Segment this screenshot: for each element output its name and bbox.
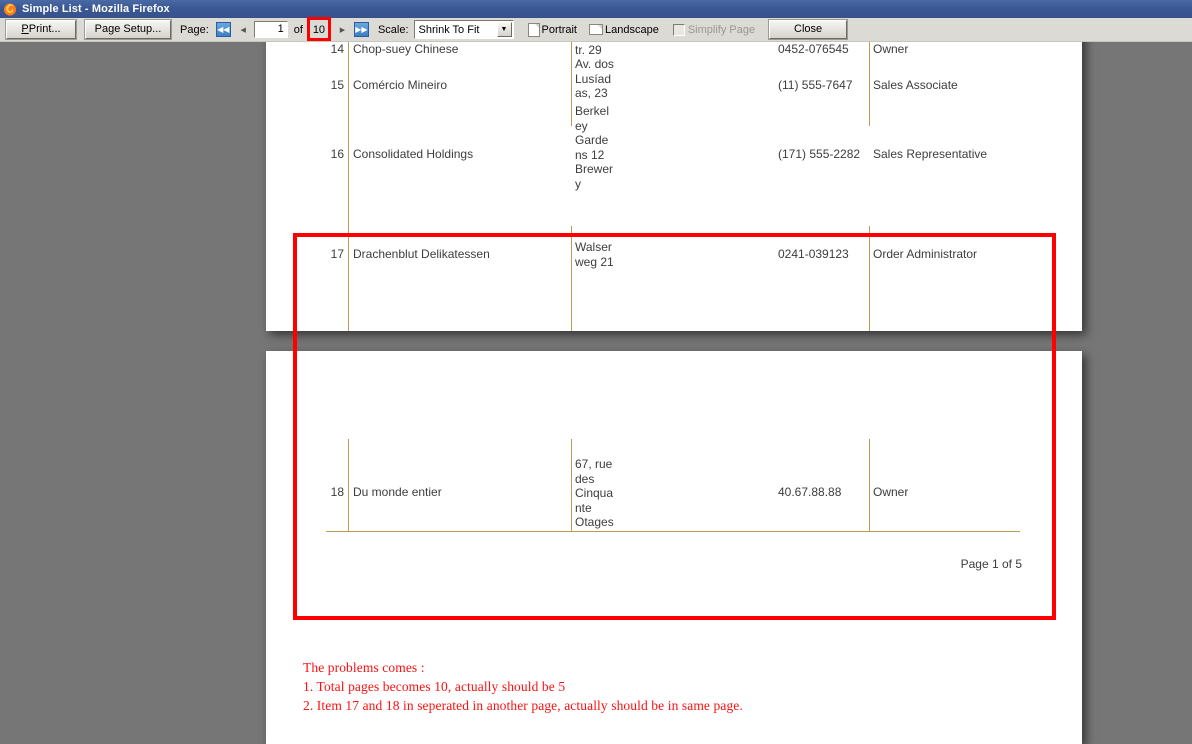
table-cell-title: Owner [873,485,909,499]
total-pages-container: 10 [306,16,331,41]
annotation-line: 2. Item 17 and 18 in seperated in anothe… [303,698,743,714]
table-cell-company: Comércio Mineiro [353,78,448,92]
scale-label: Scale: [377,23,409,36]
annotation-highlight-left-edge [293,233,297,620]
print-button[interactable]: PPrint...Print... [5,19,77,40]
landscape-icon[interactable] [588,24,603,35]
column-divider [571,439,572,532]
total-pages-value: 10 [312,23,326,36]
simplify-page-checkbox [672,23,685,36]
table-cell-title: Sales Representative [873,147,988,161]
table-cell-address: Walserweg 21 [575,240,614,269]
last-page-icon[interactable]: ▶▶ [353,22,369,37]
first-page-icon[interactable]: ◀◀ [215,22,231,37]
table-cell-company: Chop-suey Chinese [353,42,459,56]
column-divider [869,226,870,331]
landscape-radio[interactable]: Landscape [605,24,659,36]
portrait-icon[interactable] [527,22,540,37]
column-divider [571,226,572,331]
portrait-radio[interactable]: Portrait [542,24,577,36]
print-preview-toolbar: PPrint...Print... Page Setup... Page: ◀◀… [0,16,1192,42]
table-cell-num: 14 [330,42,344,56]
page-label: Page: [180,23,209,36]
column-divider [571,42,572,126]
scale-dropdown[interactable]: Shrink To Fit ▼ [413,20,514,39]
table-cell-title: Owner [873,42,909,56]
table-cell-phone: 40.67.88.88 [778,485,842,499]
table-cell-company: Drachenblut Delikatessen [353,247,490,261]
page-setup-button[interactable]: Page Setup... [84,19,172,40]
table-cell-company: Du monde entier [353,485,442,499]
table-cell-address: Av. dos Lusíadas, 23 [575,57,614,101]
table-cell-num: 17 [330,247,344,261]
next-page-icon[interactable]: ▶ [336,22,349,37]
firefox-logo-icon [3,2,17,16]
table-cell-address: Hauptstr. 29 [575,42,602,57]
annotation-line: 1. Total pages becomes 10, actually shou… [303,679,566,695]
print-preview-area[interactable]: 14 Chop-suey Chinese Hauptstr. 29 0452-0… [0,42,1192,744]
annotation-line: The problems comes : [303,660,425,675]
table-cell-company: Consolidated Holdings [353,147,474,161]
column-divider [348,439,349,532]
simplify-page-label: Simplify Page [687,23,756,36]
window-titlebar: Simple List - Mozilla Firefox [0,0,1192,18]
table-cell-title: Order Administrator [873,247,978,261]
of-label: of [293,23,303,36]
chevron-down-icon[interactable]: ▼ [496,22,512,37]
close-button[interactable]: Close [768,19,849,40]
table-cell-address: 67, rue des Cinquante Otages [575,457,614,530]
previous-page-icon[interactable]: ◀ [237,22,250,37]
table-cell-title: Sales Associate [873,78,958,92]
window-title: Simple List - Mozilla Firefox [22,3,170,15]
page-footer: Page 1 of 5 [960,557,1022,571]
table-cell-num: 16 [330,147,344,161]
scale-dropdown-value: Shrink To Fit [418,23,480,36]
table-cell-num: 15 [330,78,344,92]
table-cell-phone: (171) 555-2282 [778,147,861,161]
table-bottom-border [326,531,1020,532]
table-cell-address: Berkeley Gardens 12 Brewery [575,104,614,191]
column-divider [348,42,349,331]
table-cell-phone: 0241-039123 [778,247,849,261]
page-number-input[interactable]: 1 [253,21,288,38]
table-cell-num: 18 [330,485,344,499]
annotation-highlight-right-edge [1052,233,1056,620]
table-cell-phone: (11) 555-7647 [778,78,853,92]
table-cell-phone: 0452-076545 [778,42,849,56]
annotation-text: The problems comes : 1. Total pages beco… [303,658,743,716]
preview-page-sheet-1: 14 Chop-suey Chinese Hauptstr. 29 0452-0… [266,42,1082,331]
